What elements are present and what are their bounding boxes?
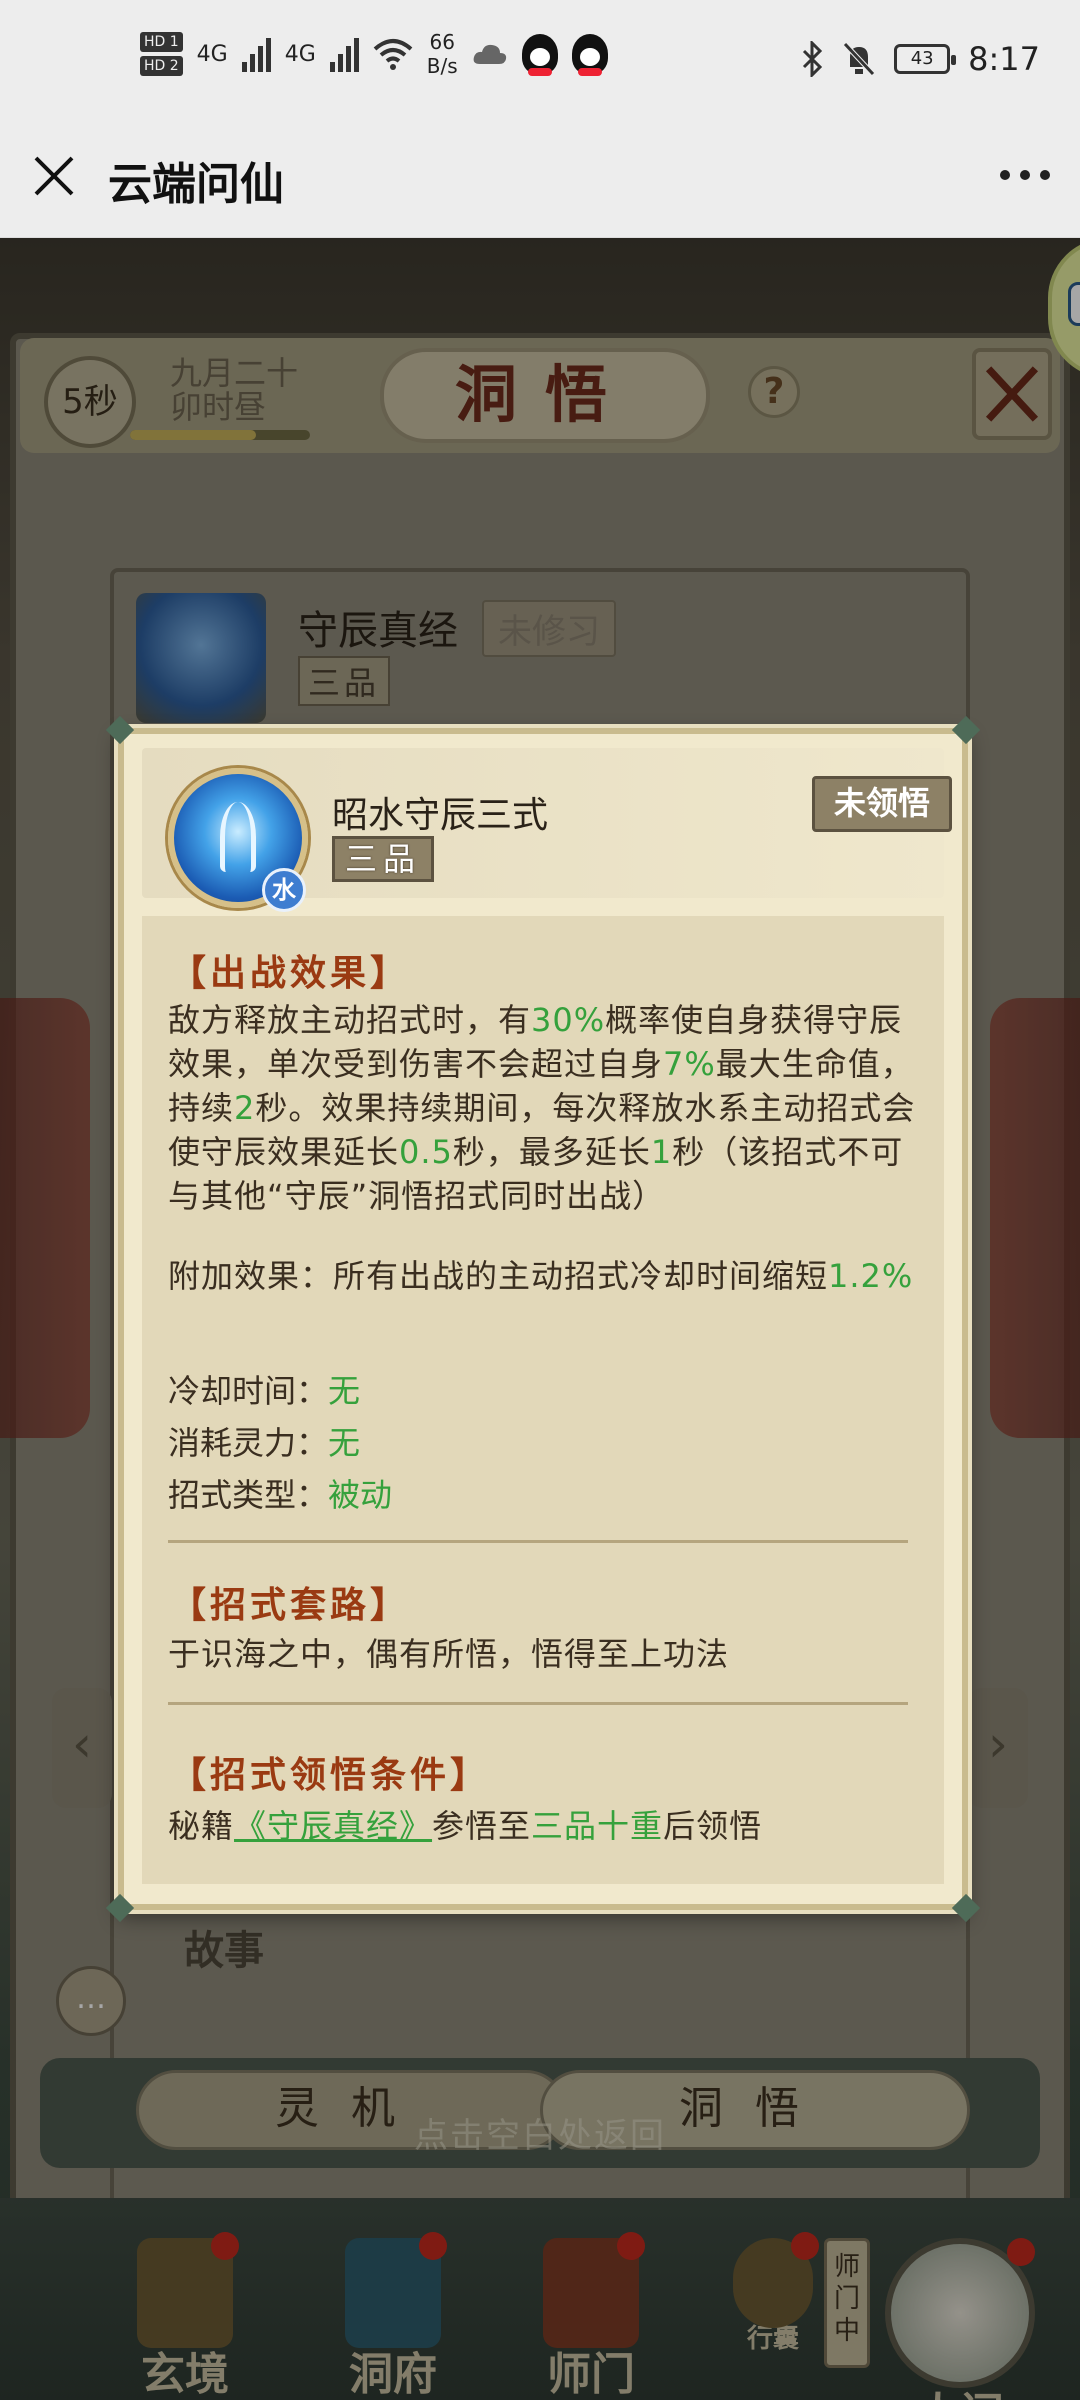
battle-effect-title: 【出战效果】 <box>170 953 411 994</box>
wifi-icon <box>373 39 413 70</box>
bluetooth-icon <box>803 41 823 77</box>
book-link[interactable]: 《守辰真经》 <box>234 1807 432 1845</box>
net-speed-unit: B/s <box>426 54 458 78</box>
battery-icon: 43 <box>894 44 957 74</box>
network-type-1: 4G <box>196 41 228 67</box>
sim2-badge: HD 2 <box>140 56 183 76</box>
more-icon[interactable] <box>1000 170 1050 180</box>
routine-title: 【招式套路】 <box>170 1585 411 1626</box>
comprehension-status-badge: 未领悟 <box>812 776 952 832</box>
sim-indicators: HD 1 HD 2 <box>140 32 183 76</box>
element-badge: 水 <box>262 868 306 912</box>
condition-title: 【招式领悟条件】 <box>170 1755 491 1796</box>
signal-icon-2 <box>329 36 359 72</box>
qq-icon <box>521 34 558 76</box>
condition-text: 秘籍《守辰真经》参悟至三品十重后领悟 <box>168 1807 763 1845</box>
net-speed: 66 B/s <box>427 30 458 78</box>
divider <box>168 1702 908 1705</box>
stat-cooldown: 冷却时间：无 <box>168 1372 361 1410</box>
status-bar: HD 1 HD 2 4G 4G 66 B/s 43 8:17 <box>0 0 1080 130</box>
close-icon[interactable] <box>32 154 76 198</box>
mute-bell-icon <box>843 42 875 76</box>
app-title: 云端问仙 <box>108 159 284 210</box>
skill-description: 【出战效果】 敌方释放主动招式时，有30%概率使自身获得守辰效果，单次受到伤害不… <box>142 916 944 1884</box>
clock: 8:17 <box>968 40 1040 78</box>
routine-text: 于识海之中，偶有所悟，悟得至上功法 <box>168 1635 730 1673</box>
extra-effect-text: 附加效果：所有出战的主动招式冷却时间缩短1.2% <box>168 1257 914 1295</box>
skill-detail-popup: 水 昭水守辰三式 三品 未领悟 【出战效果】 敌方释放主动招式时，有30%概率使… <box>105 715 981 1923</box>
battle-effect-text: 敌方释放主动招式时，有30%概率使自身获得守辰效果，单次受到伤害不会超过自身7%… <box>168 1001 916 1215</box>
skill-name: 昭水守辰三式 <box>332 795 549 836</box>
stat-skill-type: 招式类型：被动 <box>168 1476 393 1514</box>
stat-mana-cost: 消耗灵力：无 <box>168 1424 361 1462</box>
cloud-icon <box>473 44 506 64</box>
net-speed-value: 66 <box>429 30 455 54</box>
network-type-2: 4G <box>284 41 316 67</box>
divider <box>168 1540 908 1543</box>
skill-grade-badge: 三品 <box>332 836 435 882</box>
skill-header: 水 昭水守辰三式 三品 未领悟 <box>142 748 952 912</box>
app-bar: 云端问仙 <box>0 130 1080 238</box>
sim1-badge: HD 1 <box>140 32 183 52</box>
signal-icon <box>241 36 271 72</box>
qq-icon-2 <box>571 34 608 76</box>
